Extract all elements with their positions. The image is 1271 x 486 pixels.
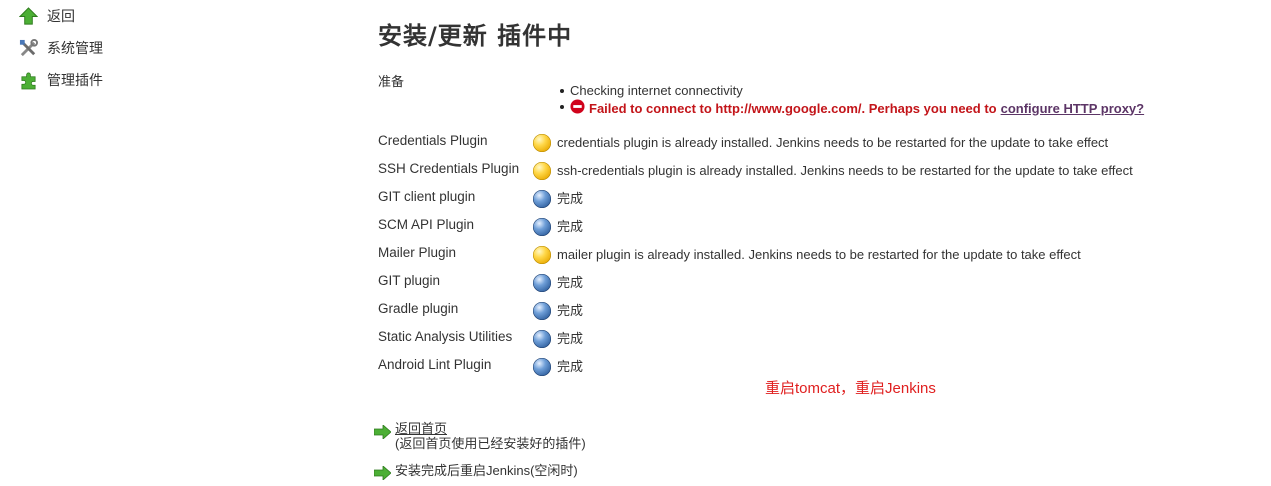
plugin-name: GIT client plugin (378, 189, 476, 204)
plugin-name: Mailer Plugin (378, 245, 457, 260)
preparation-list: Checking internet connectivity Failed to… (560, 83, 1144, 118)
puzzle-icon (19, 71, 38, 90)
table-row: GIT plugin 完成 (378, 272, 1258, 300)
error-text: Failed to connect to http://www.google.c… (589, 100, 997, 116)
success-status-icon (533, 190, 551, 208)
plugin-name: GIT plugin (378, 273, 441, 288)
sidebar-item-label: 系统管理 (47, 40, 103, 56)
status-text: 完成 (557, 191, 584, 206)
status-text: 完成 (557, 331, 584, 346)
plugin-status: 完成 (533, 358, 583, 376)
list-item: Failed to connect to http://www.google.c… (560, 99, 1144, 118)
back-home-note: (返回首页使用已经安装好的插件) (395, 436, 586, 451)
table-row: Mailer Plugin mailer plugin is already i… (378, 244, 1258, 272)
success-status-icon (533, 302, 551, 320)
table-row: Gradle plugin 完成 (378, 300, 1258, 328)
plugin-status: 完成 (533, 302, 583, 320)
status-text: 完成 (557, 219, 584, 234)
success-status-icon (533, 274, 551, 292)
success-status-icon (533, 330, 551, 348)
up-arrow-icon (19, 6, 38, 26)
pending-status-icon (533, 246, 551, 264)
plugin-status: mailer plugin is already installed. Jenk… (533, 246, 1081, 264)
plugin-status: credentials plugin is already installed.… (533, 134, 1108, 152)
plugin-name: Android Lint Plugin (378, 357, 492, 372)
annotation-note: 重启tomcat，重启Jenkins (765, 380, 936, 397)
back-home-link[interactable]: 返回首页 (395, 421, 586, 436)
plugin-name: Static Analysis Utilities (378, 329, 513, 344)
list-item: Checking internet connectivity (560, 83, 1144, 99)
plugin-status: 完成 (533, 218, 583, 236)
pending-status-icon (533, 162, 551, 180)
plugin-name: SSH Credentials Plugin (378, 161, 520, 176)
tools-icon (19, 38, 38, 58)
success-status-icon (533, 218, 551, 236)
sidebar-item-label: 管理插件 (47, 72, 103, 88)
status-text: ssh-credentials plugin is already instal… (557, 163, 1133, 178)
table-row: GIT client plugin 完成 (378, 188, 1258, 216)
configure-proxy-link[interactable]: configure HTTP proxy? (1001, 101, 1145, 117)
sidebar-item-back[interactable]: 返回 (19, 6, 75, 26)
page-title: 安装/更新 插件中 (378, 22, 573, 50)
plugin-name: Credentials Plugin (378, 133, 488, 148)
back-home-action: 返回首页 (返回首页使用已经安装好的插件) (373, 421, 586, 451)
green-arrow-icon (373, 421, 392, 442)
plugin-status: 完成 (533, 190, 583, 208)
table-row: Static Analysis Utilities 完成 (378, 328, 1258, 356)
table-row: SSH Credentials Plugin ssh-credentials p… (378, 160, 1258, 188)
pending-status-icon (533, 134, 551, 152)
plugin-status: ssh-credentials plugin is already instal… (533, 162, 1133, 180)
success-status-icon (533, 358, 551, 376)
status-text: mailer plugin is already installed. Jenk… (557, 247, 1081, 262)
table-row: SCM API Plugin 完成 (378, 216, 1258, 244)
status-text: 完成 (557, 275, 584, 290)
green-arrow-icon (373, 462, 392, 483)
plugin-status: 完成 (533, 330, 583, 348)
sidebar-item-system-management[interactable]: 系统管理 (19, 38, 103, 58)
preparation-label: 准备 (378, 74, 405, 89)
restart-jenkins-link[interactable]: 安装完成后重启Jenkins(空闲时) (395, 463, 578, 478)
restart-action: 安装完成后重启Jenkins(空闲时) (373, 462, 578, 483)
status-text: credentials plugin is already installed.… (557, 135, 1109, 150)
status-text: 完成 (557, 303, 584, 318)
stop-icon (570, 99, 585, 118)
plugin-name: Gradle plugin (378, 301, 459, 316)
plugin-name: SCM API Plugin (378, 217, 475, 232)
sidebar-item-label: 返回 (47, 8, 75, 24)
table-row: Credentials Plugin credentials plugin is… (378, 132, 1258, 160)
error-message: Failed to connect to http://www.google.c… (570, 99, 1144, 118)
status-text: 完成 (557, 359, 584, 374)
sidebar-item-manage-plugins[interactable]: 管理插件 (19, 70, 103, 90)
plugin-status: 完成 (533, 274, 583, 292)
